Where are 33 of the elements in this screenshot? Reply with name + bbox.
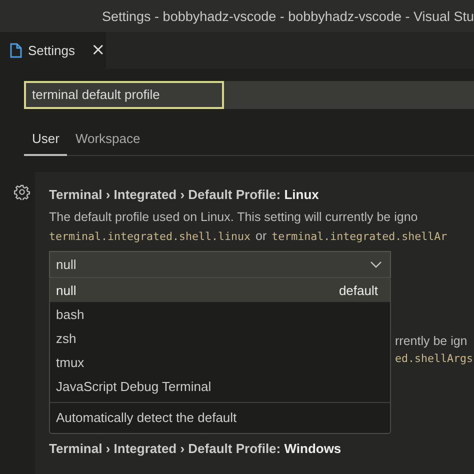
dropdown-option[interactable]: null default [50,278,390,302]
settings-tab[interactable]: Settings × [0,32,106,69]
setting-description: rrently be ign [395,334,468,348]
dropdown-option[interactable]: JavaScript Debug Terminal [50,374,390,398]
close-button[interactable]: × [90,42,106,59]
option-label: null [56,282,76,298]
scope-tab[interactable]: Workspace [67,127,148,156]
setting-title: Terminal › Integrated › Default Profile: Windows [49,441,342,456]
setting-description: The default profile used on Linux. This setting will currently be igno [49,210,419,224]
window-title: Settings - bobbyhadz-vscode - bobbyhadz-vscode - Visual Stu [102,8,474,24]
setting-key: terminal.integrated.shell.linux [49,230,251,243]
setting-key: ed.shellArgs [395,352,474,365]
connector-text: or [256,229,267,243]
dropdown-option[interactable]: zsh [50,326,390,350]
option-label: tmux [56,354,84,370]
dropdown-value: null [56,257,76,272]
file-icon [10,43,22,58]
scope-tab[interactable]: User [24,127,68,156]
option-detail: default [338,282,378,298]
option-label: Automatically detect the default [56,410,237,424]
dropdown-option[interactable]: tmux [50,350,390,374]
option-label: zsh [56,330,76,346]
tab-label: Settings [28,43,75,58]
dropdown-option[interactable]: Automatically detect the default [50,403,390,431]
option-label: JavaScript Debug Terminal [56,378,212,394]
setting-key: terminal.integrated.shellAr [272,230,448,243]
option-label: bash [56,306,84,322]
profile-dropdown[interactable]: null [49,251,391,278]
search-field[interactable]: terminal default profile [24,81,224,109]
dropdown-option[interactable]: bash [50,302,390,326]
setting-title: Terminal › Integrated › Default Profile: Linux [49,187,320,202]
settings-icon[interactable] [14,184,30,200]
chevron-down-icon [370,260,382,268]
